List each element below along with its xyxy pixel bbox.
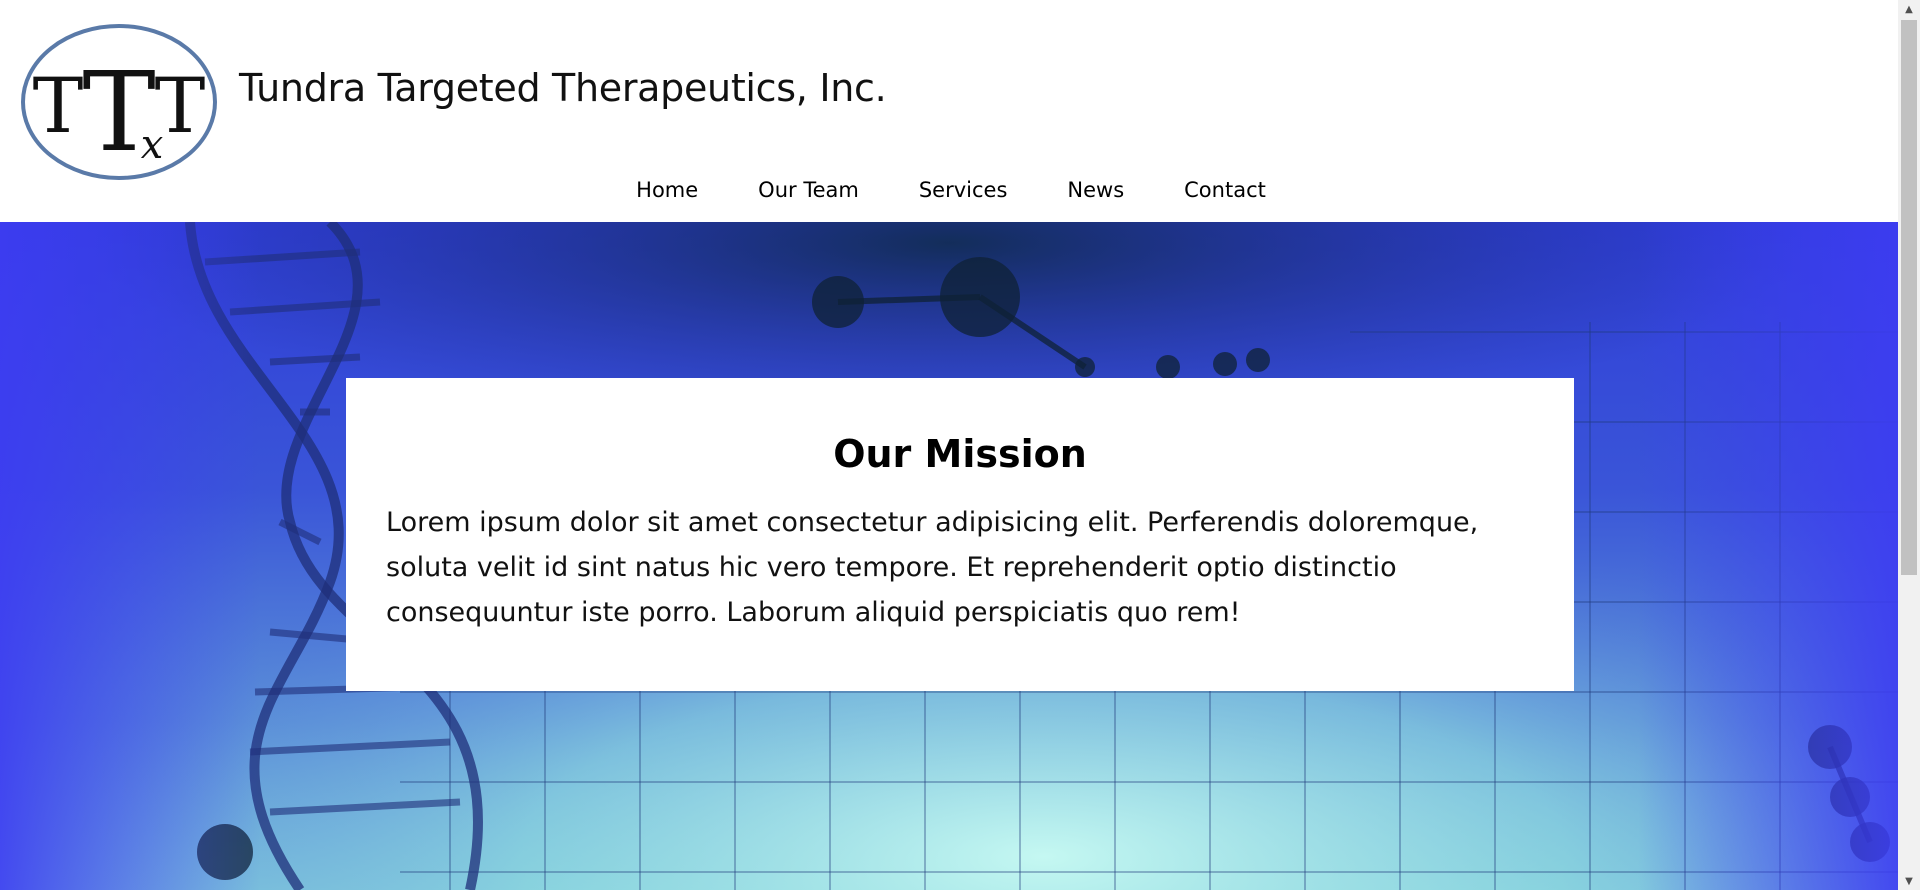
- nav-home-link[interactable]: Home: [636, 178, 698, 202]
- nav-contact-link[interactable]: Contact: [1184, 178, 1266, 202]
- scroll-down-arrow-icon[interactable]: ▼: [1898, 872, 1920, 890]
- nav-services-link[interactable]: Services: [919, 178, 1008, 202]
- nav-our-team-link[interactable]: Our Team: [758, 178, 859, 202]
- company-logo[interactable]: T T T x: [20, 22, 218, 182]
- vertical-scrollbar[interactable]: ▲ ▼: [1898, 0, 1920, 890]
- site-header: T T T x Tundra Targeted Therapeutics, In…: [0, 0, 1898, 222]
- mission-card: Our Mission Lorem ipsum dolor sit amet c…: [346, 378, 1574, 691]
- site-title: Tundra Targeted Therapeutics, Inc.: [239, 66, 887, 110]
- scroll-up-arrow-icon[interactable]: ▲: [1898, 0, 1920, 18]
- svg-text:x: x: [141, 122, 164, 168]
- nav-news-link[interactable]: News: [1067, 178, 1124, 202]
- hero-section: Our Mission Lorem ipsum dolor sit amet c…: [0, 222, 1898, 890]
- mission-heading: Our Mission: [833, 432, 1087, 476]
- mission-paragraph: Lorem ipsum dolor sit amet consectetur a…: [386, 507, 1479, 628]
- page: T T T x Tundra Targeted Therapeutics, In…: [0, 0, 1920, 890]
- main-nav: Home Our Team Services News Contact: [0, 178, 1898, 202]
- svg-text:T: T: [33, 61, 84, 150]
- scrollbar-thumb[interactable]: [1901, 20, 1917, 575]
